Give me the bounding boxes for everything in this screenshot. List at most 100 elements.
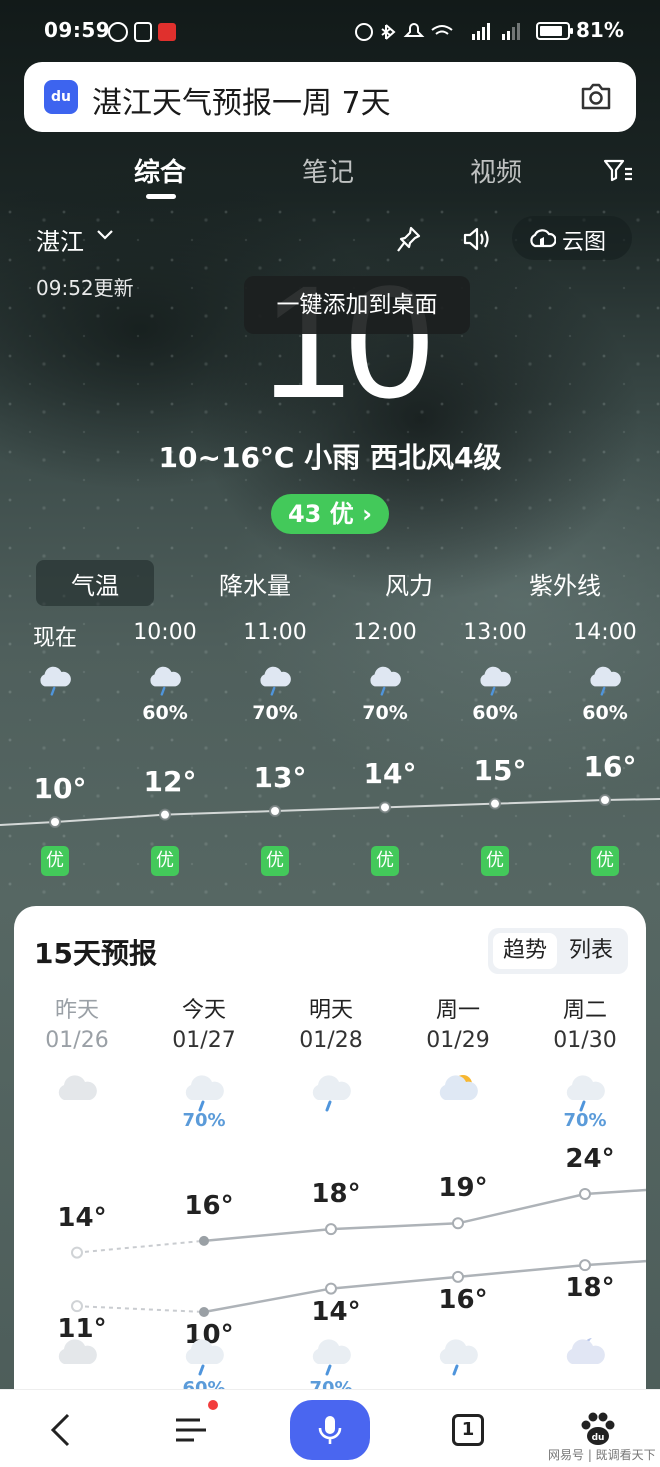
hour-precip-percent: 60% xyxy=(142,702,188,724)
baidu-paw-icon[interactable]: du xyxy=(578,1408,618,1448)
high-temp-point xyxy=(199,1235,209,1246)
rain-icon xyxy=(306,1332,356,1380)
day-date: 01/26 xyxy=(45,1028,109,1053)
hour-precip-percent: 70% xyxy=(362,702,408,724)
hour-aqi-badge: 优 xyxy=(481,846,509,876)
aqi-badge[interactable]: 43 优 › xyxy=(271,494,389,534)
metric-tab-wind[interactable]: 风力 xyxy=(350,566,468,601)
metric-tab-uv[interactable]: 紫外线 xyxy=(506,566,624,601)
notification-dot xyxy=(208,1400,218,1410)
view-toggle: 趋势 列表 xyxy=(488,928,628,974)
high-temp-point xyxy=(325,1223,337,1236)
hour-time: 12:00 xyxy=(353,620,417,645)
hourly-temp-point xyxy=(159,808,171,821)
low-temp-point xyxy=(71,1300,83,1313)
baidu-logo-icon: du xyxy=(44,80,78,114)
daily-temperature-lines xyxy=(71,1188,646,1317)
speaker-icon[interactable] xyxy=(462,224,492,254)
battery-percent: 81% xyxy=(576,18,624,42)
hour-time: 现在 xyxy=(32,626,77,651)
filter-icon[interactable] xyxy=(603,158,633,182)
day-name: 周二 xyxy=(562,998,607,1023)
hourly-temp-point xyxy=(379,801,391,814)
pin-icon[interactable] xyxy=(396,225,422,253)
moon-cloud-icon xyxy=(560,1332,610,1380)
hour-precip-percent: 70% xyxy=(252,702,298,724)
high-temp-point xyxy=(452,1217,464,1230)
menu-icon[interactable] xyxy=(174,1416,208,1444)
battery-icon xyxy=(536,22,573,40)
hour-precip-percent: 60% xyxy=(582,702,628,724)
hour-aqi-badge: 优 xyxy=(151,846,179,876)
cloud-map-icon xyxy=(530,229,556,248)
low-temp-point xyxy=(579,1259,591,1272)
rain-icon xyxy=(433,1332,483,1380)
metric-tab-temperature[interactable]: 气温 xyxy=(36,566,154,601)
hourly-temp-point xyxy=(49,816,61,828)
weather-summary: 10~16°C 小雨 西北风4级 xyxy=(158,441,502,474)
forecast-title: 15天预报 xyxy=(34,937,157,970)
hourly-temp-point xyxy=(599,794,611,806)
search-bar[interactable]: du 湛江天气预报一周 7天 xyxy=(24,62,636,132)
status-system-icons xyxy=(352,20,528,44)
day-name: 明天 xyxy=(308,998,353,1023)
active-tab-indicator xyxy=(146,194,176,199)
tab-count-button[interactable]: 1 xyxy=(452,1414,484,1446)
chevron-down-icon[interactable] xyxy=(96,228,114,242)
hourly-temp-curve xyxy=(0,798,660,826)
hour-aqi-badge: 优 xyxy=(591,846,619,876)
low-temp-point xyxy=(199,1307,209,1317)
watermark: 网易号 | 既调看天下 xyxy=(548,1448,656,1462)
cloud-map-label: 云图 xyxy=(562,230,607,255)
add-to-desktop-tooltip[interactable]: 一键添加到桌面 xyxy=(244,276,470,334)
day-name: 周一 xyxy=(435,998,480,1023)
tab-biji[interactable]: 笔记 xyxy=(302,152,354,189)
hourly-temperature-line xyxy=(0,794,660,828)
back-icon[interactable] xyxy=(48,1412,74,1448)
high-temp-past-segment xyxy=(76,1239,205,1254)
cloudy-icon xyxy=(52,1332,102,1380)
rain-icon xyxy=(255,660,295,700)
day-date: 01/29 xyxy=(426,1028,490,1053)
metric-tab-precipitation[interactable]: 降水量 xyxy=(196,566,314,601)
rain-icon xyxy=(179,1332,229,1380)
high-temp-point xyxy=(71,1246,83,1259)
status-time: 09:59 xyxy=(44,18,111,42)
cloud-map-button[interactable]: 云图 xyxy=(512,216,632,260)
hour-aqi-badge: 优 xyxy=(371,846,399,876)
bottom-nav: 1 du 网易号 | 既调看天下 xyxy=(0,1389,660,1467)
update-time: 09:52更新 xyxy=(36,276,134,300)
toggle-trend[interactable]: 趋势 xyxy=(493,933,557,969)
tab-zonghe[interactable]: 综合 xyxy=(134,152,186,189)
high-temp-line xyxy=(203,1188,646,1243)
hour-time: 13:00 xyxy=(463,620,527,645)
status-app-icons xyxy=(108,20,178,44)
low-temp-line xyxy=(203,1259,646,1314)
hourly-temp-point xyxy=(269,805,281,817)
rain-icon xyxy=(585,660,625,700)
voice-search-button[interactable] xyxy=(290,1400,370,1460)
hour-aqi-badge: 优 xyxy=(261,846,289,876)
hourly-temp-point xyxy=(489,797,501,810)
day-date: 01/30 xyxy=(553,1028,617,1053)
low-temp-point xyxy=(452,1270,464,1283)
chevron-right-icon: › xyxy=(362,500,372,528)
toggle-list[interactable]: 列表 xyxy=(559,933,623,969)
tab-shipin[interactable]: 视频 xyxy=(470,152,522,189)
rain-icon xyxy=(35,660,75,700)
hour-aqi-badge: 优 xyxy=(41,846,69,876)
camera-icon[interactable] xyxy=(580,81,612,111)
day-name: 昨天 xyxy=(54,998,99,1023)
city-selector[interactable]: 湛江 xyxy=(36,222,84,257)
rain-icon xyxy=(365,660,405,700)
search-input[interactable]: 湛江天气预报一周 7天 xyxy=(92,78,391,122)
high-temp-point xyxy=(579,1188,591,1200)
microphone-icon xyxy=(318,1416,342,1444)
day-date: 01/28 xyxy=(299,1028,363,1053)
low-temp-point xyxy=(325,1282,337,1295)
hour-precip-percent: 60% xyxy=(472,702,518,724)
forecast-card: 15天预报 趋势 列表 昨天 01/26 14° 11° 今天 01/27 70% 16° 10… xyxy=(14,906,646,1467)
day-date: 01/27 xyxy=(172,1028,236,1053)
aqi-value: 43 优 xyxy=(287,500,354,528)
svg-text:du: du xyxy=(592,1433,605,1443)
